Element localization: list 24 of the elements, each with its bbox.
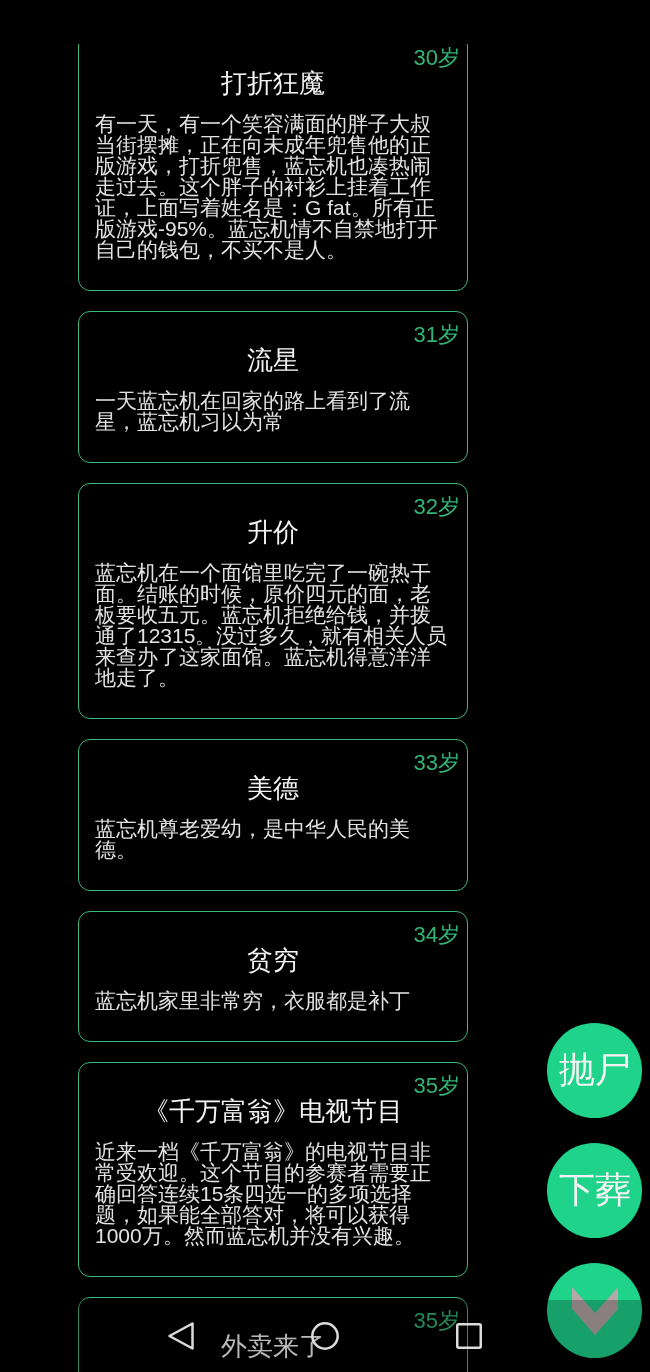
action-button[interactable]: 抛尸 xyxy=(547,1023,642,1118)
event-title: 贫穷 xyxy=(246,944,299,977)
chevron-down-icon xyxy=(571,1286,618,1335)
age-label: 30岁 xyxy=(413,45,460,71)
event-description: 近来一档《千万富翁》的电视节目非常受欢迎。这个节目的参赛者需要正确回答连续15条四选一的多项选择题，如果能全部答对，将可以获得1000万。然而蓝忘机并没有兴趣。 xyxy=(95,1141,432,1246)
age-label: 35岁 xyxy=(413,1308,460,1334)
recents-icon[interactable] xyxy=(456,1323,482,1349)
event-title: 美德 xyxy=(246,772,299,805)
age-label: 31岁 xyxy=(413,322,460,348)
event-title: 打折狂魔 xyxy=(220,67,325,100)
age-label: 33岁 xyxy=(413,750,460,776)
event-description: 蓝忘机家里非常穷，衣服都是补丁 xyxy=(95,990,410,1011)
event-title: 流星 xyxy=(246,344,299,377)
event-title: 升价 xyxy=(246,516,299,549)
event-description: 蓝忘机尊老爱幼，是中华人民的美德。 xyxy=(95,818,411,860)
event-description: 有一天，有一个笑容满面的胖子大叔当街摆摊，正在向未成年兜售他的正版游戏，打折兜售，蓝忘机也凑热闹走过去。这个胖子的衬衫上挂着工作证，上面写着姓名是：G fat。所有正版游戏-95%。蓝忘机情不自禁地打开自己的钱包，不买不是人。 xyxy=(95,113,440,260)
action-button[interactable]: 下葬 xyxy=(547,1143,642,1238)
event-title: 《千万富翁》电视节目 xyxy=(142,1095,403,1128)
age-label: 35岁 xyxy=(413,1073,460,1099)
age-label: 34岁 xyxy=(413,922,460,948)
back-icon[interactable] xyxy=(168,1322,194,1350)
age-label: 32岁 xyxy=(413,494,460,520)
event-description: 蓝忘机在一个面馆里吃完了一碗热干面。结账的时候，原价四元的面，老板要收五元。蓝忘机拒绝给钱，并拨通了12315。没过多久，就有相关人员来查办了这家面馆。蓝忘机得意洋洋地走了。 xyxy=(95,562,449,688)
event-description: 一天蓝忘机在回家的路上看到了流星，蓝忘机习以为常 xyxy=(95,390,411,432)
